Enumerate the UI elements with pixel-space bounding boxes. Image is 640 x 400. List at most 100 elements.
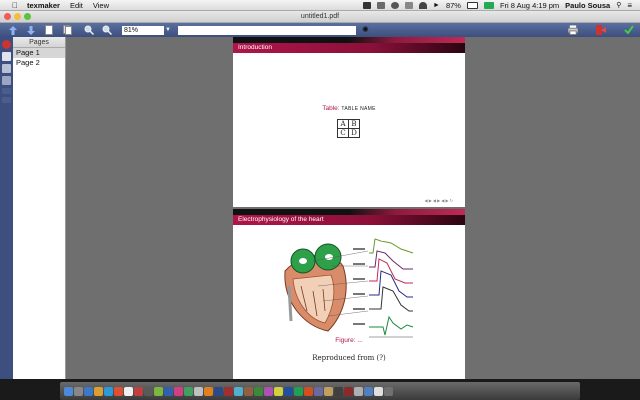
pdf-page-1: Introduction Table: TABLE NAME A B C D ◀… [233, 37, 465, 207]
app-icon[interactable] [134, 386, 143, 396]
table-cell: A [337, 119, 349, 129]
app-icon[interactable] [324, 386, 333, 396]
window-title: untitled1.pdf [300, 13, 340, 20]
print-icon[interactable] [568, 25, 578, 35]
list-icon[interactable] [2, 76, 11, 85]
app-icon[interactable] [94, 386, 103, 396]
app-icon[interactable] [154, 386, 163, 396]
menu-view[interactable]: View [93, 1, 109, 10]
table-caption: Table: TABLE NAME [233, 105, 465, 112]
app-icon[interactable] [354, 386, 363, 396]
thumbnails-icon[interactable] [2, 52, 11, 61]
app-icon[interactable] [194, 386, 203, 396]
window-controls [4, 13, 31, 20]
safari-icon[interactable] [84, 386, 93, 396]
app-icon[interactable] [234, 386, 243, 396]
excel-icon[interactable] [294, 386, 303, 396]
app-icon[interactable] [224, 386, 233, 396]
word-icon[interactable] [284, 386, 293, 396]
zoom-in-icon[interactable] [84, 25, 94, 35]
menu-bar:  texmaker Edit View ► 87% Fri 8 Aug 4:1… [0, 0, 640, 11]
battery-icon[interactable] [466, 1, 478, 9]
exit-icon[interactable] [596, 25, 606, 35]
page-list-item[interactable]: Page 2 [13, 58, 65, 68]
table-caption-name: TABLE NAME [341, 106, 376, 112]
finder-icon[interactable] [64, 386, 73, 396]
structure-icon[interactable] [2, 64, 11, 73]
bug-icon[interactable]: ✺ [362, 26, 372, 34]
launchpad-icon[interactable] [74, 386, 83, 396]
app-icon[interactable] [264, 386, 273, 396]
arrow-up-icon[interactable] [8, 25, 18, 35]
zoom-window-button[interactable] [24, 13, 31, 20]
table-row: C D [337, 128, 360, 138]
figure-caption-text: ... [357, 337, 363, 344]
table-cell: C [337, 128, 349, 138]
calendar-icon[interactable] [124, 386, 133, 396]
frame-header: Electrophysiology of the heart [233, 209, 465, 225]
app-icon[interactable] [184, 386, 193, 396]
figure-caption-label: Figure: [335, 337, 356, 344]
continuous-pages-icon[interactable] [62, 25, 72, 35]
app-icon[interactable] [314, 386, 323, 396]
app-icon[interactable] [174, 386, 183, 396]
checkmark-icon[interactable] [624, 25, 634, 35]
frame-title: Introduction [233, 43, 465, 53]
frame-title: Electrophysiology of the heart [233, 215, 465, 225]
terminal-icon[interactable] [334, 386, 343, 396]
battery-percent[interactable]: 87% [446, 1, 461, 10]
app-icon[interactable] [254, 386, 263, 396]
preview-icon[interactable] [374, 386, 383, 396]
close-panel-icon[interactable] [2, 40, 11, 49]
flag-icon[interactable] [483, 1, 494, 9]
app-icon[interactable] [204, 386, 213, 396]
page-list-item[interactable]: Page 1 [13, 48, 65, 58]
reproduced-from-text: Reproduced from (?) [312, 354, 386, 362]
app-icon[interactable] [164, 386, 173, 396]
left-arrow-icon[interactable] [2, 88, 11, 94]
spotlight-search-icon[interactable]: ⚲ [616, 1, 621, 9]
data-table: A B C D [337, 119, 360, 138]
app-icon[interactable] [364, 386, 373, 396]
app-icon[interactable] [244, 386, 253, 396]
menu-edit[interactable]: Edit [70, 1, 83, 10]
clock[interactable]: Fri 8 Aug 4:19 pm [500, 1, 559, 10]
toolbar-right-group [560, 25, 640, 35]
right-arrow-icon[interactable] [2, 97, 11, 103]
frame-header: Introduction [233, 37, 465, 53]
volume-icon[interactable]: ► [433, 2, 440, 9]
window-title-bar: untitled1.pdf [0, 11, 640, 23]
user-name[interactable]: Paulo Sousa [565, 1, 610, 10]
beamer-navigation-symbols-icon[interactable]: ◀ ▶ ◀ ▶ ◀ ▶ ↻ [425, 198, 453, 203]
pdf-viewer[interactable]: Introduction Table: TABLE NAME A B C D ◀… [66, 37, 640, 379]
texmaker-icon[interactable] [344, 386, 353, 396]
powerpoint-icon[interactable] [304, 386, 313, 396]
app-icon[interactable] [214, 386, 223, 396]
wifi-icon[interactable] [419, 1, 428, 9]
zoom-dropdown-chevron-icon[interactable]: ▼ [164, 26, 172, 35]
zoom-out-icon[interactable] [102, 25, 112, 35]
app-icon[interactable] [144, 386, 153, 396]
app-icon[interactable] [104, 386, 113, 396]
status-app-icon[interactable] [377, 1, 386, 9]
table-cell: D [348, 128, 360, 138]
single-page-icon[interactable] [44, 25, 54, 35]
status-app-icon[interactable] [363, 1, 372, 9]
close-window-button[interactable] [4, 13, 11, 20]
zoom-level-input[interactable]: 81% [122, 25, 164, 35]
app-icon[interactable] [114, 386, 123, 396]
time-machine-icon[interactable] [391, 1, 400, 9]
notification-list-icon[interactable]: ≡ [627, 1, 632, 10]
heart-electrophysiology-figure [284, 238, 414, 338]
search-input[interactable] [178, 25, 356, 35]
menu-app-name[interactable]: texmaker [27, 1, 60, 10]
app-icon[interactable] [274, 386, 283, 396]
pdf-toolbar: 81% ▼ ✺ [0, 23, 640, 37]
figure-caption: Figure: ... [233, 337, 465, 344]
apple-menu-icon[interactable]:  [9, 1, 21, 10]
arrow-down-icon[interactable] [26, 25, 36, 35]
table-cell: B [348, 119, 360, 129]
bluetooth-icon[interactable] [405, 1, 414, 9]
minimize-window-button[interactable] [14, 13, 21, 20]
trash-icon[interactable] [384, 386, 393, 396]
